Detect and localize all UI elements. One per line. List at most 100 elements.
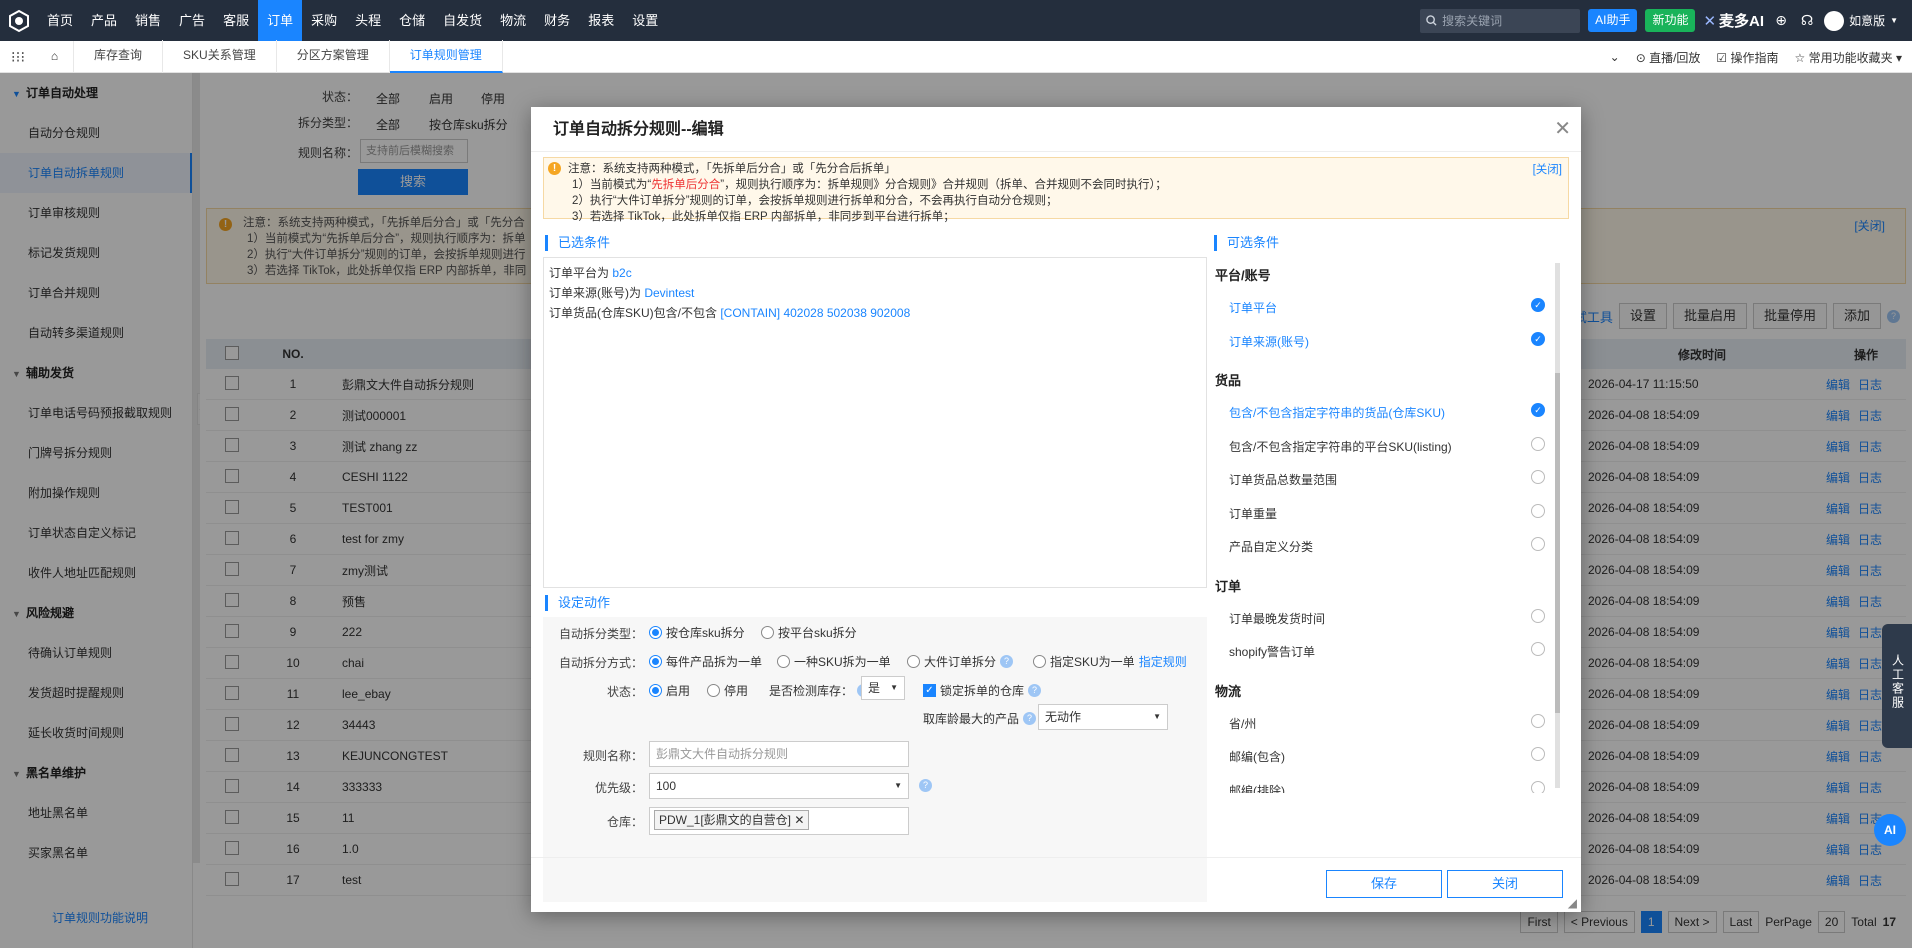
condition-option-label: 订单来源(账号) bbox=[1229, 334, 1309, 349]
max-age-select[interactable]: 无动作 bbox=[1038, 704, 1168, 730]
notice-line: 2）执行“大件订单拆分”规则的订单，会按拆单规则进行拆单和分合，不会再执行自动分… bbox=[572, 195, 1058, 207]
condition-value[interactable]: [CONTAIN] 402028 502038 902008 bbox=[720, 306, 910, 320]
mode-per-sku-radio[interactable]: 一种SKU拆为一单 bbox=[777, 653, 891, 670]
condition-option[interactable]: 产品自定义分类 bbox=[1229, 537, 1545, 555]
apps-grid-icon[interactable]: ⁝⁝⁝ bbox=[0, 48, 36, 66]
new-features-button[interactable]: 新功能 bbox=[1645, 9, 1696, 32]
condition-option[interactable]: 邮编(包含) bbox=[1229, 747, 1545, 765]
empty-circle-icon[interactable] bbox=[1531, 642, 1545, 656]
empty-circle-icon[interactable] bbox=[1531, 713, 1545, 728]
empty-circle-icon[interactable] bbox=[1531, 608, 1545, 623]
nav-item[interactable]: 广告 bbox=[170, 0, 214, 41]
live-replay-link[interactable]: ⊙ 直播/回放 bbox=[1636, 49, 1701, 66]
tab-item[interactable]: 库存查询 bbox=[74, 40, 164, 73]
tab-item[interactable]: SKU关系管理 bbox=[163, 40, 277, 73]
mode-assign-sku-radio[interactable]: 指定SKU为一单 指定规则 bbox=[1033, 653, 1187, 670]
condition-option-label: 邮编(包含) bbox=[1229, 750, 1285, 764]
condition-value[interactable]: b2c bbox=[612, 266, 631, 280]
split-type-warehouse-radio[interactable]: 按仓库sku拆分 bbox=[649, 624, 745, 641]
check-stock-select[interactable]: 是 bbox=[861, 676, 905, 700]
nav-item[interactable]: 客服 bbox=[214, 0, 258, 41]
top-nav-bar: 首页 产品 销售 广告 客服 订单 采购 头程 仓储 自发货 物流 财务 报表 设置 搜索关键词 AI助手… bbox=[0, 0, 1912, 41]
tab-item[interactable]: 分区方案管理 bbox=[277, 40, 390, 73]
home-icon[interactable]: ⌂ bbox=[36, 41, 74, 72]
nav-item[interactable]: 设置 bbox=[623, 0, 667, 41]
empty-circle-icon[interactable] bbox=[1531, 780, 1545, 793]
status-on-radio[interactable]: 启用 bbox=[649, 682, 690, 699]
condition-option[interactable]: 订单来源(账号) ✓ bbox=[1229, 331, 1545, 350]
condition-option[interactable]: 订单重量 bbox=[1229, 503, 1545, 522]
nav-item[interactable]: 报表 bbox=[579, 0, 623, 41]
nav-item[interactable]: 自发货 bbox=[434, 0, 491, 41]
empty-circle-icon[interactable] bbox=[1531, 747, 1545, 761]
condition-option[interactable]: 订单货品总数量范围 bbox=[1229, 470, 1545, 488]
help-icon[interactable]: ? bbox=[1028, 684, 1042, 697]
main-menu: 首页 产品 销售 广告 客服 订单 采购 头程 仓储 自发货 物流 财务 报表 设置 bbox=[38, 0, 667, 41]
avatar bbox=[1824, 10, 1845, 31]
help-icon[interactable]: ? bbox=[1023, 712, 1037, 725]
app-logo[interactable] bbox=[0, 0, 38, 41]
save-button[interactable]: 保存 bbox=[1326, 870, 1442, 898]
empty-circle-icon[interactable] bbox=[1531, 537, 1545, 551]
help-icon[interactable]: ? bbox=[1000, 655, 1014, 668]
brand-link[interactable]: ✕ 麦多AI bbox=[1703, 10, 1764, 31]
mode-large-radio[interactable]: 大件订单拆分? bbox=[907, 653, 1014, 670]
help-icon[interactable]: ? bbox=[919, 779, 932, 792]
tabs-dropdown-icon[interactable]: ⌄ bbox=[1610, 50, 1620, 64]
download-icon[interactable]: ⊕ bbox=[1772, 12, 1790, 29]
assign-rule-link[interactable]: 指定规则 bbox=[1139, 653, 1187, 670]
nav-item[interactable]: 产品 bbox=[82, 0, 126, 41]
priority-select[interactable]: 100 bbox=[649, 773, 909, 799]
headset-icon[interactable]: ☊ bbox=[1798, 12, 1816, 29]
tab-item[interactable]: 订单规则管理 bbox=[389, 40, 503, 73]
condition-option[interactable]: 邮编(排除) bbox=[1229, 780, 1545, 793]
guide-link[interactable]: ☑ 操作指南 bbox=[1716, 49, 1778, 66]
condition-option[interactable]: 订单最晚发货时间 bbox=[1229, 608, 1545, 627]
nav-item[interactable]: 订单 bbox=[258, 0, 303, 41]
nav-item[interactable]: 头程 bbox=[346, 0, 390, 41]
nav-item[interactable]: 财务 bbox=[535, 0, 579, 41]
condition-value[interactable]: Devintest bbox=[644, 286, 694, 300]
conditions-scrollbar[interactable] bbox=[1555, 263, 1560, 788]
empty-circle-icon[interactable] bbox=[1531, 470, 1545, 484]
tag-remove-icon[interactable]: ✕ bbox=[794, 813, 804, 827]
split-type-platform-radio[interactable]: 按平台sku拆分 bbox=[761, 624, 857, 641]
condition-option[interactable]: shopify警告订单 bbox=[1229, 642, 1545, 660]
condition-option[interactable]: 包含/不包含指定字符串的平台SKU(listing) bbox=[1229, 436, 1545, 455]
close-button[interactable]: 关闭 bbox=[1447, 870, 1563, 898]
ai-assistant-button[interactable]: AI助手 bbox=[1588, 9, 1638, 32]
close-icon[interactable]: ✕ bbox=[1554, 107, 1571, 152]
selected-condition: 订单货品(仓库SKU)包含/不包含 [CONTAIN] 402028 50203… bbox=[549, 303, 1201, 323]
condition-option[interactable]: 包含/不包含指定字符串的货品(仓库SKU) ✓ bbox=[1229, 403, 1545, 421]
warehouse-input[interactable]: PDW_1[彭鼎文的自营仓] ✕ bbox=[649, 807, 909, 835]
nav-item[interactable]: 采购 bbox=[302, 0, 346, 41]
empty-circle-icon[interactable] bbox=[1531, 436, 1545, 451]
global-search-input[interactable]: 搜索关键词 bbox=[1420, 8, 1581, 33]
lock-warehouse-checkbox[interactable]: ✓ 锁定拆单的仓库? bbox=[923, 682, 1042, 699]
check-stock-label: 是否检测库存：? bbox=[769, 682, 871, 699]
check-circle-icon[interactable]: ✓ bbox=[1531, 403, 1545, 417]
check-circle-icon[interactable]: ✓ bbox=[1531, 298, 1545, 312]
resize-handle-icon[interactable]: ◢ bbox=[1568, 896, 1577, 910]
condition-group-label: 订单 bbox=[1215, 578, 1242, 594]
status-off-radio[interactable]: 停用 bbox=[707, 682, 748, 699]
notice-close-link[interactable]: [关闭] bbox=[1533, 161, 1562, 177]
nav-item[interactable]: 销售 bbox=[126, 0, 170, 41]
nav-item[interactable]: 物流 bbox=[491, 0, 535, 41]
check-circle-icon[interactable]: ✓ bbox=[1531, 331, 1545, 346]
notice-line: 3）若选择 TikTok，此处拆单仅指 ERP 内部拆单，非同步到平台进行拆单； bbox=[572, 211, 955, 223]
user-menu[interactable]: 如意版 ▼ bbox=[1824, 10, 1898, 31]
empty-circle-icon[interactable] bbox=[1531, 503, 1545, 518]
available-conditions-list: 平台/账号 订单平台 ✓ 订单来源(账号) ✓ 货品 包含/不包含指定字符串的货品(仓库SK… bbox=[1215, 265, 1551, 793]
customer-service-widget[interactable]: 人工客服 bbox=[1882, 624, 1912, 748]
rule-name-input[interactable]: 彭鼎文大件自动拆分规则 bbox=[649, 741, 909, 767]
warehouse-tag: PDW_1[彭鼎文的自营仓] ✕ bbox=[654, 810, 810, 830]
ai-float-button[interactable]: AI bbox=[1874, 814, 1906, 846]
condition-option[interactable]: 省/州 bbox=[1229, 713, 1545, 732]
mode-per-item-radio[interactable]: 每件产品拆为一单 bbox=[649, 653, 762, 670]
nav-item[interactable]: 仓储 bbox=[390, 0, 434, 41]
nav-item[interactable]: 首页 bbox=[38, 0, 82, 41]
favorites-link[interactable]: ☆ 常用功能收藏夹 ▾ bbox=[1795, 49, 1902, 66]
dialog-notice: ! 注意：系统支持两种模式，「先拆单后分合」或「先分合后拆单」 1）当前模式为“… bbox=[543, 157, 1569, 223]
condition-option[interactable]: 订单平台 ✓ bbox=[1229, 298, 1545, 316]
